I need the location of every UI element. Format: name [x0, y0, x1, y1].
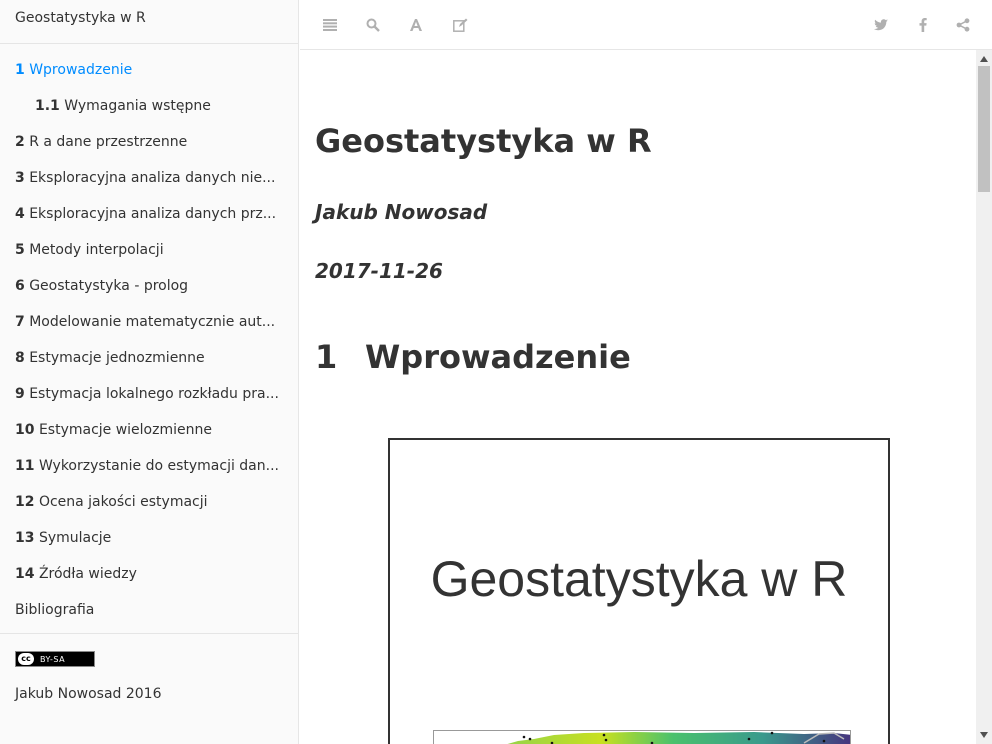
toc-item-label: Geostatystyka - prolog [29, 278, 189, 294]
toc-item[interactable]: 4 Eksploracyjna analiza danych prz... [0, 196, 298, 232]
content-scrollbar[interactable] [976, 50, 992, 744]
license-badge-label: BY-SA [40, 654, 66, 664]
toc-item[interactable]: 7 Modelowanie matematycznie aut... [0, 304, 298, 340]
cover-title: Geostatystyka w R [430, 551, 848, 607]
toc-item-number: 13 [15, 530, 35, 546]
toc-item-number: 1.1 [35, 98, 60, 114]
toc-item-label: Eksploracyjna analiza danych prz... [29, 206, 277, 222]
toc-item-number: 11 [15, 458, 35, 474]
toc-item-number: 6 [15, 278, 25, 294]
toc-item-label: Modelowanie matematycznie aut... [29, 314, 276, 330]
scroll-down-arrow-icon[interactable] [976, 728, 992, 742]
toc-item[interactable]: Bibliografia [0, 592, 298, 628]
toc-item-number: 10 [15, 422, 35, 438]
toc-item-label: Estymacje jednozmienne [29, 350, 205, 366]
toc-item[interactable]: 8 Estymacje jednozmienne [0, 340, 298, 376]
toc-item-number: 14 [15, 566, 35, 582]
document-title: Geostatystyka w R [315, 122, 652, 160]
share-icon[interactable] [952, 14, 974, 36]
toc-item-label: Eksploracyjna analiza danych nie... [29, 170, 276, 186]
toc-item-number: 9 [15, 386, 25, 402]
toc-item-label: Ocena jakości estymacji [38, 494, 208, 510]
toc-item[interactable]: 6 Geostatystyka - prolog [0, 268, 298, 304]
sidebar-footer-author: Jakub Nowosad 2016 [15, 686, 162, 702]
edit-icon[interactable] [449, 14, 471, 36]
toc-item-label: R a dane przestrzenne [29, 134, 188, 150]
toc-item[interactable]: 1.1 Wymagania wstępne [0, 88, 298, 124]
toc-item-number: 12 [15, 494, 35, 510]
toc-item[interactable]: 10 Estymacje wielozmienne [0, 412, 298, 448]
twitter-icon[interactable] [870, 14, 892, 36]
book-cover-image: Geostatystyka w R [388, 438, 890, 744]
book-toolbar [300, 0, 992, 50]
font-settings-icon[interactable] [405, 14, 427, 36]
toc-item-number: 8 [15, 350, 25, 366]
toc-item-number: 3 [15, 170, 25, 186]
toc-item[interactable]: 12 Ocena jakości estymacji [0, 484, 298, 520]
toc-item[interactable]: 11 Wykorzystanie do estymacji dan... [0, 448, 298, 484]
toc-item[interactable]: 9 Estymacja lokalnego rozkładu pra... [0, 376, 298, 412]
document-author: Jakub Nowosad [315, 200, 488, 224]
toc-item-label: Wymagania wstępne [64, 98, 211, 114]
toc-item-label: Bibliografia [15, 602, 95, 618]
section-title: Wprowadzenie [365, 338, 631, 376]
document-date: 2017-11-26 [315, 259, 443, 283]
toc-item-label: Metody interpolacji [29, 242, 164, 258]
toc-item-label: Wprowadzenie [29, 62, 133, 78]
toc-item[interactable]: 3 Eksploracyjna analiza danych nie... [0, 160, 298, 196]
toc-item-number: 7 [15, 314, 25, 330]
sidebar: Geostatystyka w R 1 Wprowadzenie 1.1 Wyma… [0, 0, 299, 744]
toc-item[interactable]: 2 R a dane przestrzenne [0, 124, 298, 160]
section-number: 1 [315, 338, 338, 376]
toc-item-number: 4 [15, 206, 25, 222]
cover-map-image [433, 730, 851, 744]
page-content: Geostatystyka w R Jakub Nowosad 2017-11-… [300, 50, 976, 744]
table-of-contents: 1 Wprowadzenie 1.1 Wymagania wstępne 2 R a… [0, 44, 298, 634]
toc-item[interactable]: 14 Źródła wiedzy [0, 556, 298, 592]
toc-item-number: 1 [15, 62, 25, 78]
facebook-icon[interactable] [912, 14, 934, 36]
toc-item-label: Wykorzystanie do estymacji dan... [38, 458, 279, 474]
toc-divider [0, 633, 298, 634]
menu-icon[interactable] [319, 14, 341, 36]
section-heading: 1 Wprowadzenie [315, 338, 631, 376]
toc-item-number: 2 [15, 134, 25, 150]
toc-item-label: Estymacja lokalnego rozkładu pra... [29, 386, 279, 402]
toc-item-number: 5 [15, 242, 25, 258]
scroll-up-arrow-icon[interactable] [976, 52, 992, 66]
toc-item[interactable]: 1 Wprowadzenie [0, 52, 298, 88]
toc-item-label: Symulacje [38, 530, 112, 546]
scrollbar-thumb[interactable] [978, 66, 990, 192]
toc-item[interactable]: 5 Metody interpolacji [0, 232, 298, 268]
license-badge[interactable]: cc BY-SA [15, 651, 95, 667]
book-title-link[interactable]: Geostatystyka w R [0, 0, 298, 44]
toc-item[interactable]: 13 Symulacje [0, 520, 298, 556]
search-icon[interactable] [362, 14, 384, 36]
toc-item-label: Źródła wiedzy [38, 566, 137, 582]
creative-commons-icon: cc [18, 653, 34, 665]
toc-item-label: Estymacje wielozmienne [38, 422, 212, 438]
